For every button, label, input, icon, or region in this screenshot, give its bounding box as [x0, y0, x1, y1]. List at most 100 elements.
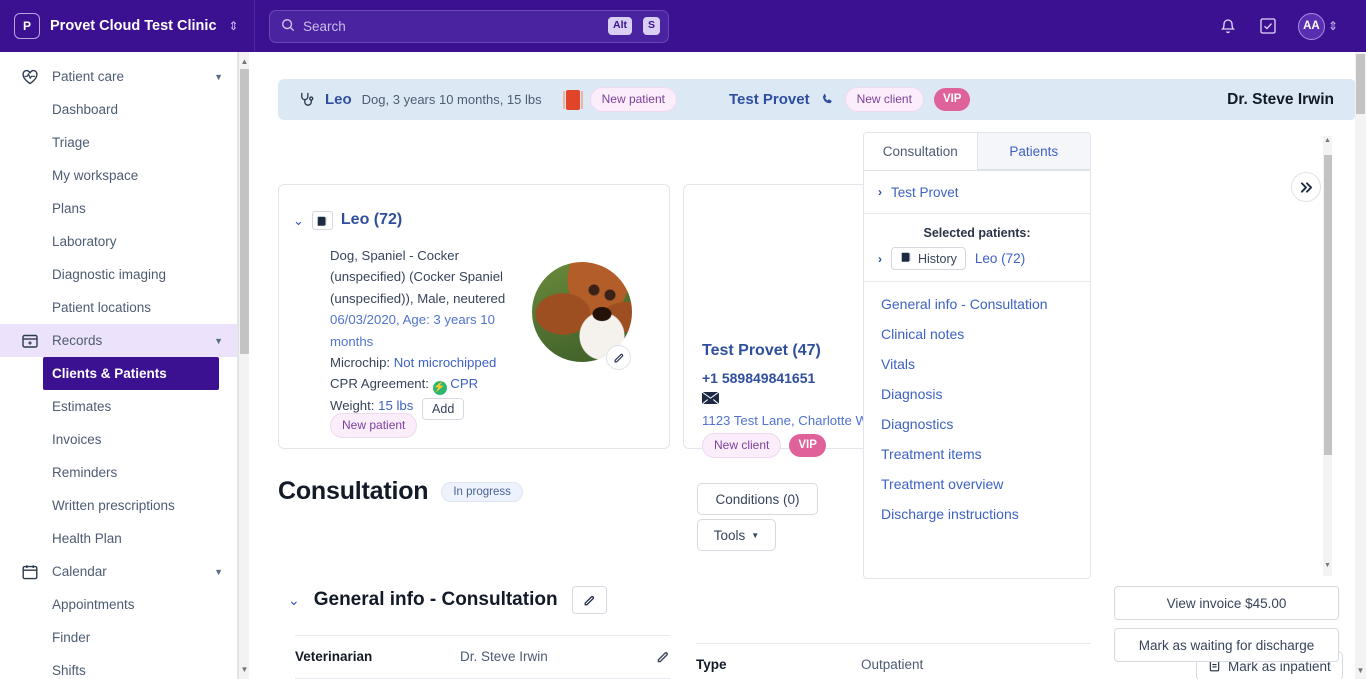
sidebar-item-shifts[interactable]: Shifts — [0, 654, 237, 679]
chevron-right-icon: › — [878, 185, 882, 199]
consultation-header: Consultation In progress — [278, 477, 523, 506]
phone-icon[interactable] — [820, 92, 835, 107]
scroll-down-icon[interactable]: ▼ — [239, 662, 250, 677]
general-info-title: General info - Consultation — [313, 589, 558, 610]
stethoscope-icon — [298, 91, 315, 108]
panel-link-vitals[interactable]: Vitals — [881, 354, 1056, 374]
field-value-veterinarian: Dr. Steve Irwin — [460, 649, 548, 664]
tools-button[interactable]: Tools ▼ — [697, 519, 776, 551]
sidebar-group-calendar[interactable]: Calendar ▼ — [0, 555, 237, 588]
sidebar-scrollbar-thumb[interactable] — [240, 69, 249, 354]
sidebar-group-records[interactable]: Records ▼ — [0, 324, 237, 357]
sidebar-item-diagnostic-imaging[interactable]: Diagnostic imaging — [0, 258, 237, 291]
sidebar-item-estimates[interactable]: Estimates — [0, 390, 237, 423]
sidebar-item-plans[interactable]: Plans — [0, 192, 237, 225]
banner-client-name[interactable]: Test Provet — [729, 91, 810, 108]
scroll-down-icon[interactable]: ▼ — [1323, 562, 1332, 569]
panel-link-treatment-overview[interactable]: Treatment overview — [881, 474, 1056, 494]
sidebar-item-my-workspace[interactable]: My workspace — [0, 159, 237, 192]
sidebar-group-patient-care[interactable]: Patient care ▼ — [0, 60, 237, 93]
panel-link-treatment-items[interactable]: Treatment items — [881, 444, 1056, 464]
tab-patients[interactable]: Patients — [977, 133, 1090, 170]
collapse-panel-button[interactable] — [1291, 172, 1321, 202]
sidebar-item-reminders[interactable]: Reminders — [0, 456, 237, 489]
sidebar-item-invoices[interactable]: Invoices — [0, 423, 237, 456]
history-book-icon[interactable] — [311, 211, 333, 230]
mark-waiting-discharge-button[interactable]: Mark as waiting for discharge — [1114, 628, 1339, 662]
app-root: P Provet Cloud Test Clinic ⇕ Alt S — [0, 0, 1366, 679]
bell-icon[interactable] — [1218, 16, 1238, 36]
medical-record-icon[interactable] — [562, 89, 583, 110]
chevron-down-icon: ▼ — [214, 566, 223, 577]
cpr-value[interactable]: CPR — [450, 376, 478, 391]
scroll-down-icon[interactable]: ▼ — [1355, 666, 1366, 675]
right-panel-patient-name[interactable]: Leo (72) — [975, 251, 1025, 266]
client-address[interactable]: 1123 Test Lane, Charlotte WV — [702, 413, 877, 428]
microchip-value[interactable]: Not microchipped — [394, 355, 497, 370]
patient-card: ⌄ Leo (72) Dog, Spaniel - Cocker (unspec… — [278, 184, 670, 449]
patient-dob-age: 06/03/2020, Age: 3 years 10 months — [330, 312, 495, 349]
right-panel-patient-row: › History Leo (72) — [864, 247, 1090, 282]
top-bar: P Provet Cloud Test Clinic ⇕ Alt S — [0, 0, 1366, 52]
user-menu[interactable]: AA ⇕ — [1297, 12, 1338, 40]
sidebar-item-health-plan[interactable]: Health Plan — [0, 522, 237, 555]
sidebar-item-appointments[interactable]: Appointments — [0, 588, 237, 621]
edit-pencil-icon[interactable] — [656, 650, 670, 664]
patient-cpr-row: CPR Agreement: ⚡ CPR — [330, 373, 538, 396]
edit-general-info-button[interactable] — [571, 586, 607, 614]
scroll-up-icon[interactable]: ▲ — [1323, 137, 1332, 144]
tasks-checkbox-icon[interactable] — [1258, 16, 1278, 36]
clinic-switcher[interactable]: P Provet Cloud Test Clinic ⇕ — [0, 0, 255, 52]
weight-value[interactable]: 15 lbs — [378, 398, 413, 413]
cpr-label: CPR Agreement: — [330, 376, 429, 392]
panel-link-discharge-instructions[interactable]: Discharge instructions — [881, 504, 1056, 524]
sidebar-item-written-prescriptions[interactable]: Written prescriptions — [0, 489, 237, 522]
chevron-updown-icon: ⇕ — [1327, 19, 1338, 33]
client-phone[interactable]: +1 589849841651 — [702, 370, 815, 386]
scroll-up-icon[interactable]: ▲ — [239, 54, 250, 69]
search-box[interactable]: Alt S — [269, 9, 669, 43]
panel-link-diagnosis[interactable]: Diagnosis — [881, 384, 1056, 404]
panel-link-general-info[interactable]: General info - Consultation — [881, 294, 1056, 314]
records-box-icon — [20, 331, 40, 351]
sidebar-group-label: Records — [52, 333, 103, 348]
sidebar-item-finder[interactable]: Finder — [0, 621, 237, 654]
chevron-down-icon[interactable]: ⌄ — [293, 214, 304, 227]
top-actions: AA ⇕ — [1218, 0, 1338, 52]
chevron-down-icon[interactable]: ⌄ — [288, 593, 300, 607]
panel-link-diagnostics[interactable]: Diagnostics — [881, 414, 1056, 434]
search-input[interactable] — [303, 18, 597, 34]
field-label-veterinarian: Veterinarian — [295, 649, 373, 664]
sidebar-item-patient-locations[interactable]: Patient locations — [0, 291, 237, 324]
patient-microchip-row: Microchip: Not microchipped — [330, 352, 538, 373]
patient-card-badge: New patient — [330, 413, 418, 438]
sidebar-item-triage[interactable]: Triage — [0, 126, 237, 159]
page-scrollbar-thumb[interactable] — [1356, 54, 1365, 114]
sidebar-item-laboratory[interactable]: Laboratory — [0, 225, 237, 258]
banner-patient-name[interactable]: Leo — [325, 91, 352, 108]
client-card-title[interactable]: Test Provet (47) — [702, 342, 821, 360]
view-invoice-button[interactable]: View invoice $45.00 — [1114, 586, 1339, 620]
client-vip-badge: VIP — [789, 434, 826, 457]
right-panel-tabs: Consultation Patients — [864, 133, 1090, 171]
avatar: AA — [1297, 12, 1325, 40]
sidebar-scrollbar[interactable]: ▲ ▼ — [238, 52, 249, 679]
right-panel-client-name[interactable]: Test Provet — [891, 185, 959, 200]
patient-card-title[interactable]: Leo (72) — [341, 211, 402, 229]
right-panel-scrollbar-thumb[interactable] — [1324, 155, 1332, 455]
page-scrollbar[interactable] — [1355, 52, 1366, 679]
panel-link-clinical-notes[interactable]: Clinical notes — [881, 324, 1056, 344]
add-weight-button[interactable]: Add — [422, 398, 465, 421]
tab-consultation[interactable]: Consultation — [864, 133, 978, 170]
history-book-icon — [900, 251, 912, 266]
right-panel-client-row[interactable]: › Test Provet — [864, 171, 1090, 214]
shortcut-alt-key: Alt — [607, 17, 632, 35]
clinic-logo: P — [14, 13, 40, 39]
edit-photo-button[interactable] — [606, 345, 631, 370]
sidebar-item-clients-patients[interactable]: Clients & Patients — [43, 357, 219, 390]
chevron-right-icon[interactable]: › — [878, 252, 882, 266]
history-button[interactable]: History — [891, 247, 966, 270]
sidebar-item-dashboard[interactable]: Dashboard — [0, 93, 237, 126]
email-icon[interactable] — [701, 391, 720, 405]
conditions-button[interactable]: Conditions (0) — [697, 483, 818, 515]
